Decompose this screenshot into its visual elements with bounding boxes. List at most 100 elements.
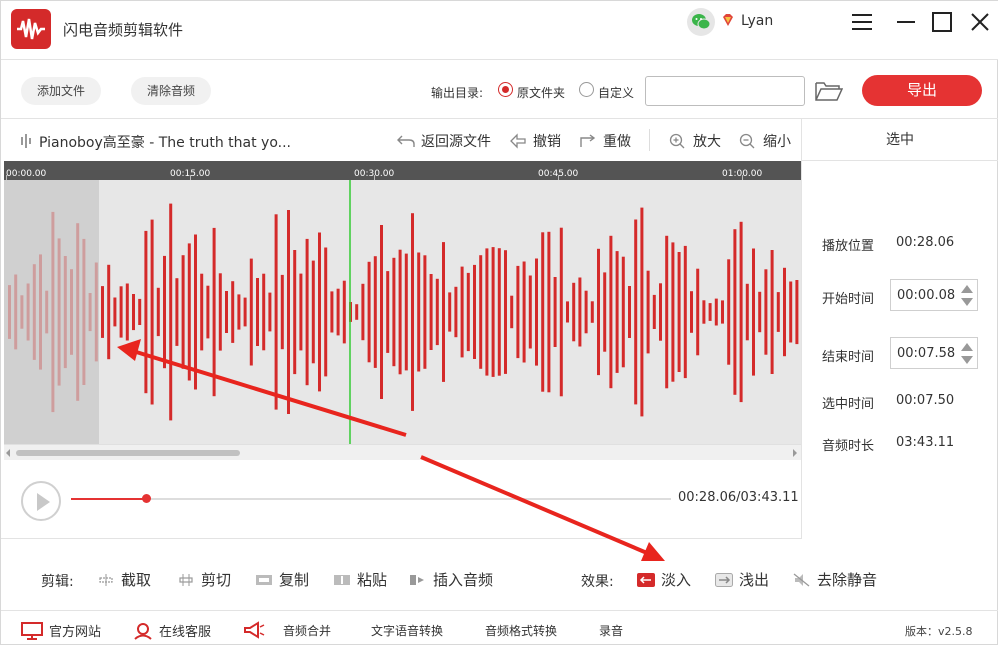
copy-icon bbox=[256, 575, 272, 585]
tts-link[interactable]: 文字语音转换 bbox=[371, 622, 443, 639]
remove-silence-button[interactable]: 去除静音 bbox=[793, 569, 877, 590]
wechat-icon[interactable] bbox=[687, 8, 715, 36]
progress-knob[interactable] bbox=[142, 494, 152, 503]
minimize-icon[interactable] bbox=[893, 9, 919, 35]
fade-out-icon bbox=[715, 573, 733, 587]
waveform-bar bbox=[262, 273, 266, 351]
end-time-input[interactable]: 00:07.58 bbox=[890, 337, 978, 369]
customer-service-icon bbox=[134, 623, 152, 640]
waveform-bar bbox=[516, 265, 520, 359]
waveform-bar bbox=[417, 252, 421, 372]
waveform-bar bbox=[528, 275, 532, 349]
source-folder-radio[interactable] bbox=[498, 82, 513, 97]
waveform-bar bbox=[249, 258, 253, 366]
record-link[interactable]: 录音 bbox=[599, 622, 623, 639]
waveform-bar bbox=[752, 248, 755, 376]
output-path-input[interactable] bbox=[645, 76, 805, 106]
progress-slider[interactable] bbox=[71, 494, 671, 503]
scroll-right-icon[interactable] bbox=[793, 449, 797, 457]
paste-icon bbox=[334, 575, 350, 585]
end-time-label: 结束时间 bbox=[822, 350, 875, 365]
waveform-bar bbox=[243, 297, 247, 327]
custom-folder-label[interactable]: 自定义 bbox=[598, 84, 634, 101]
waveform-bar bbox=[169, 203, 173, 421]
waveform-bar bbox=[764, 269, 768, 355]
waveform-bar bbox=[739, 221, 743, 403]
cut-icon bbox=[179, 574, 193, 586]
fade-in-icon bbox=[637, 573, 655, 587]
paste-label: 粘贴 bbox=[357, 571, 388, 589]
waveform-bar bbox=[522, 261, 526, 363]
waveform-bar bbox=[609, 235, 613, 389]
fade-in-button[interactable]: 淡入 bbox=[637, 569, 691, 590]
start-time-down-icon[interactable] bbox=[961, 298, 973, 306]
zoom-in-icon bbox=[669, 133, 685, 149]
effects-label: 效果: bbox=[581, 574, 614, 590]
waveform-bar bbox=[163, 255, 166, 369]
waveform-bar bbox=[212, 227, 216, 397]
waveform-bar bbox=[175, 278, 179, 346]
clear-audio-button[interactable]: 清除音频 bbox=[131, 77, 212, 105]
fade-out-button[interactable]: 浅出 bbox=[715, 569, 769, 590]
waveform-bar bbox=[646, 270, 650, 354]
selection-region[interactable] bbox=[4, 180, 99, 444]
username[interactable]: Lyan bbox=[741, 13, 773, 29]
end-time-down-icon[interactable] bbox=[961, 356, 973, 364]
maximize-icon[interactable] bbox=[929, 9, 955, 35]
waveform-bar bbox=[479, 255, 483, 369]
waveform-bar bbox=[553, 277, 557, 347]
menu-icon[interactable] bbox=[849, 9, 875, 35]
crop-label: 截取 bbox=[121, 571, 152, 589]
zoom-in-button[interactable]: 放大 bbox=[669, 131, 721, 151]
version-label: 版本：v2.5.8 bbox=[905, 625, 973, 638]
crop-button[interactable]: 截取 bbox=[97, 569, 151, 590]
waveform-bar bbox=[690, 291, 693, 333]
start-time-up-icon[interactable] bbox=[961, 285, 973, 293]
insert-audio-button[interactable]: 插入音频 bbox=[409, 569, 493, 590]
fade-out-label: 浅出 bbox=[739, 571, 770, 589]
undo-button[interactable]: 撤销 bbox=[509, 131, 561, 151]
waveform-area[interactable] bbox=[4, 180, 801, 444]
paste-button[interactable]: 粘贴 bbox=[333, 569, 387, 590]
selected-time-value: 00:07.50 bbox=[896, 393, 955, 408]
waveform-bar bbox=[572, 282, 576, 342]
play-button[interactable] bbox=[21, 481, 61, 521]
copy-button[interactable]: 复制 bbox=[255, 569, 309, 590]
folder-open-icon[interactable] bbox=[815, 80, 843, 102]
end-time-up-icon[interactable] bbox=[961, 343, 973, 351]
official-site-label: 官方网站 bbox=[49, 625, 102, 640]
waveform-bar bbox=[683, 245, 687, 379]
export-button[interactable]: 导出 bbox=[862, 75, 982, 106]
copy-label: 复制 bbox=[279, 571, 310, 589]
scroll-left-icon[interactable] bbox=[6, 449, 10, 457]
redo-button[interactable]: 重做 bbox=[579, 131, 631, 151]
edit-label: 剪辑: bbox=[41, 574, 74, 590]
online-service-link[interactable]: 在线客服 bbox=[133, 621, 211, 640]
revert-source-button[interactable]: 返回源文件 bbox=[397, 131, 491, 151]
custom-folder-radio[interactable] bbox=[579, 82, 594, 97]
waveform-bar bbox=[293, 250, 297, 375]
horizontal-scrollbar[interactable] bbox=[4, 444, 801, 460]
add-file-button[interactable]: 添加文件 bbox=[21, 77, 102, 105]
waveform-bar bbox=[491, 247, 495, 377]
zoom-out-button[interactable]: 缩小 bbox=[739, 131, 791, 151]
cut-button[interactable]: 剪切 bbox=[177, 569, 231, 590]
audio-merge-link[interactable] bbox=[243, 621, 271, 639]
audio-merge-label[interactable]: 音频合并 bbox=[283, 622, 331, 639]
scrollbar-thumb[interactable] bbox=[16, 450, 240, 456]
waveform bbox=[8, 180, 799, 444]
waveform-bar bbox=[119, 286, 123, 338]
selected-time-label: 选中时间 bbox=[822, 397, 875, 412]
timeline-ruler[interactable]: 00:00.00 00:15.00 00:30.00 00:45.00 01:0… bbox=[4, 161, 801, 180]
close-icon[interactable] bbox=[967, 9, 993, 35]
format-convert-link[interactable]: 音频格式转换 bbox=[485, 622, 557, 639]
start-time-input[interactable]: 00:00.08 bbox=[890, 279, 978, 311]
official-site-link[interactable]: 官方网站 bbox=[21, 621, 101, 640]
insert-audio-icon bbox=[410, 575, 424, 585]
waveform-bar bbox=[367, 261, 371, 363]
waveform-bar bbox=[380, 225, 383, 399]
waveform-bar bbox=[714, 298, 718, 326]
waveform-bar bbox=[355, 304, 359, 320]
source-folder-label[interactable]: 原文件夹 bbox=[517, 84, 565, 101]
output-dir-label: 输出目录: bbox=[431, 86, 484, 100]
